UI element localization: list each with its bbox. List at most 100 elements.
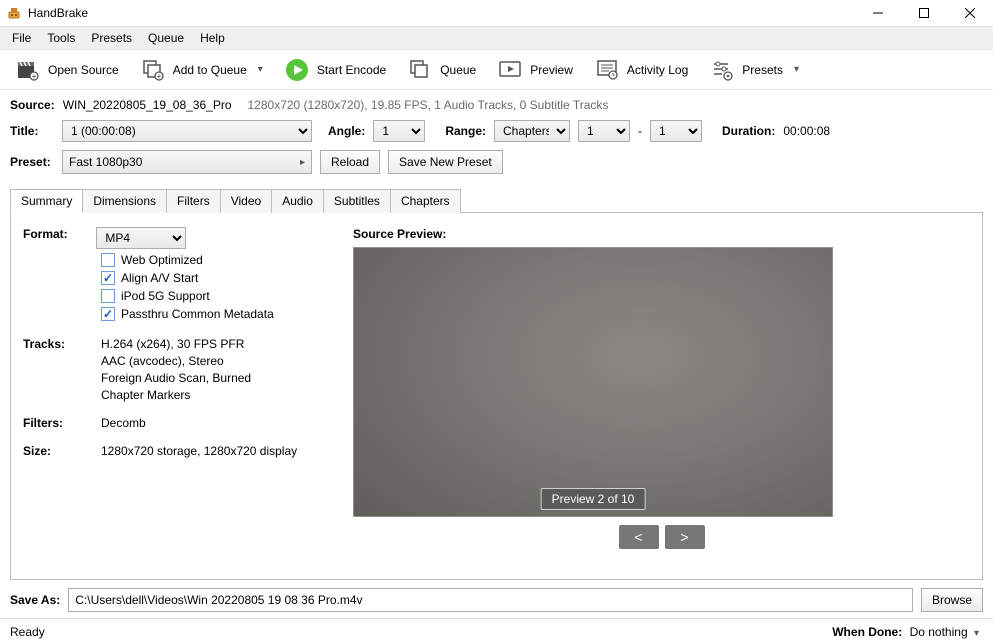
format-select[interactable]: MP4 xyxy=(96,227,186,249)
tab-audio[interactable]: Audio xyxy=(271,189,324,213)
frames-icon xyxy=(408,58,432,82)
source-preview-image: Preview 2 of 10 xyxy=(353,247,833,517)
source-label: Source: xyxy=(10,98,55,112)
start-encode-button[interactable]: Start Encode xyxy=(277,54,394,86)
format-label: Format: xyxy=(23,227,93,241)
reload-preset-button[interactable]: Reload xyxy=(320,150,380,174)
tab-dimensions[interactable]: Dimensions xyxy=(82,189,167,213)
add-to-queue-label: Add to Queue xyxy=(173,63,247,77)
size-value: 1280x720 storage, 1280x720 display xyxy=(101,444,297,458)
when-done-label: When Done: xyxy=(832,625,902,639)
duration-value: 00:00:08 xyxy=(783,124,830,138)
checkbox-align-av-start[interactable]: Align A/V Start xyxy=(101,271,333,285)
preview-label: Preview xyxy=(530,63,573,77)
tab-summary[interactable]: Summary xyxy=(10,189,83,213)
frames-add-icon: + xyxy=(141,58,165,82)
preview-title: Source Preview: xyxy=(353,227,970,241)
checkbox-icon xyxy=(101,253,115,267)
track-line: Chapter Markers xyxy=(101,388,251,402)
app-icon xyxy=(6,5,22,21)
titlebar: HandBrake xyxy=(0,0,993,26)
source-name: WIN_20220805_19_08_36_Pro xyxy=(63,98,232,112)
checkbox-label: iPod 5G Support xyxy=(121,289,210,303)
checkbox-icon xyxy=(101,289,115,303)
activity-log-button[interactable]: Activity Log xyxy=(587,54,696,86)
preview-button[interactable]: Preview xyxy=(490,54,581,86)
checkbox-ipod-5g-support[interactable]: iPod 5G Support xyxy=(101,289,333,303)
filters-value: Decomb xyxy=(101,416,146,430)
checkbox-label: Web Optimized xyxy=(121,253,203,267)
activity-log-label: Activity Log xyxy=(627,63,688,77)
sliders-gear-icon xyxy=(710,58,734,82)
tab-subtitles[interactable]: Subtitles xyxy=(323,189,391,213)
tab-filters[interactable]: Filters xyxy=(166,189,221,213)
queue-button[interactable]: Queue xyxy=(400,54,484,86)
angle-select[interactable]: 1 xyxy=(373,120,425,142)
track-line: AAC (avcodec), Stereo xyxy=(101,354,251,368)
menu-presets[interactable]: Presets xyxy=(83,28,140,48)
preview-prev-button[interactable]: < xyxy=(619,525,659,549)
size-label: Size: xyxy=(23,444,101,458)
status-text: Ready xyxy=(10,625,45,639)
title-row: Title: 1 (00:00:08) Angle: 1 Range: Chap… xyxy=(10,120,983,142)
open-source-label: Open Source xyxy=(48,63,119,77)
preview-next-button[interactable]: > xyxy=(665,525,705,549)
menu-queue[interactable]: Queue xyxy=(140,28,192,48)
angle-label: Angle: xyxy=(328,124,365,138)
source-info: 1280x720 (1280x720), 19.85 FPS, 1 Audio … xyxy=(248,98,609,112)
toolbar: + Open Source + Add to Queue ▾ Start Enc… xyxy=(0,50,993,90)
save-new-preset-button[interactable]: Save New Preset xyxy=(388,150,503,174)
maximize-button[interactable] xyxy=(901,0,947,26)
menubar: File Tools Presets Queue Help xyxy=(0,26,993,50)
preview-counter-badge: Preview 2 of 10 xyxy=(541,488,646,510)
preset-select[interactable]: Fast 1080p30 ▸ xyxy=(62,150,312,174)
open-source-button[interactable]: + Open Source xyxy=(8,54,127,86)
save-row: Save As: Browse xyxy=(10,588,983,612)
log-icon xyxy=(595,58,619,82)
monitor-play-icon xyxy=(498,58,522,82)
menu-tools[interactable]: Tools xyxy=(39,28,83,48)
chevron-down-icon: ▾ xyxy=(971,628,979,639)
svg-text:+: + xyxy=(32,72,37,81)
range-from-select[interactable]: 1 xyxy=(578,120,630,142)
checkbox-web-optimized[interactable]: Web Optimized xyxy=(101,253,333,267)
chevron-down-icon: ▾ xyxy=(791,64,799,75)
checkbox-passthru-metadata[interactable]: Passthru Common Metadata xyxy=(101,307,333,321)
film-clapper-icon: + xyxy=(16,58,40,82)
title-select[interactable]: 1 (00:00:08) xyxy=(62,120,312,142)
chevron-down-icon: ▾ xyxy=(255,64,263,75)
tracks-label: Tracks: xyxy=(23,337,101,402)
preset-value: Fast 1080p30 xyxy=(69,155,142,169)
checkbox-label: Align A/V Start xyxy=(121,271,198,285)
source-row: Source: WIN_20220805_19_08_36_Pro 1280x7… xyxy=(10,98,983,112)
menu-help[interactable]: Help xyxy=(192,28,233,48)
presets-button[interactable]: Presets ▾ xyxy=(702,54,807,86)
presets-label: Presets xyxy=(742,63,783,77)
browse-button[interactable]: Browse xyxy=(921,588,983,612)
track-line: Foreign Audio Scan, Burned xyxy=(101,371,251,385)
checkbox-icon xyxy=(101,307,115,321)
checkbox-icon xyxy=(101,271,115,285)
menu-file[interactable]: File xyxy=(4,28,39,48)
app-title: HandBrake xyxy=(28,6,88,20)
range-to-select[interactable]: 1 xyxy=(650,120,702,142)
duration-label: Duration: xyxy=(722,124,775,138)
summary-panel: Format: MP4 Web Optimized Align A/V Star… xyxy=(10,213,983,580)
when-done-select[interactable]: Do nothing ▾ xyxy=(906,623,983,641)
save-path-input[interactable] xyxy=(68,588,913,612)
track-line: H.264 (x264), 30 FPS PFR xyxy=(101,337,251,351)
checkbox-label: Passthru Common Metadata xyxy=(121,307,274,321)
tab-chapters[interactable]: Chapters xyxy=(390,189,461,213)
start-encode-label: Start Encode xyxy=(317,63,386,77)
preset-row: Preset: Fast 1080p30 ▸ Reload Save New P… xyxy=(10,150,983,174)
filters-label: Filters: xyxy=(23,416,101,430)
title-label: Title: xyxy=(10,124,54,138)
range-type-select[interactable]: Chapters xyxy=(494,120,570,142)
when-done-value: Do nothing xyxy=(910,625,968,639)
minimize-button[interactable] xyxy=(855,0,901,26)
add-to-queue-button[interactable]: + Add to Queue ▾ xyxy=(133,54,271,86)
tab-video[interactable]: Video xyxy=(220,189,272,213)
tabs: Summary Dimensions Filters Video Audio S… xyxy=(10,188,983,213)
close-button[interactable] xyxy=(947,0,993,26)
chevron-right-icon: ▸ xyxy=(297,157,305,168)
